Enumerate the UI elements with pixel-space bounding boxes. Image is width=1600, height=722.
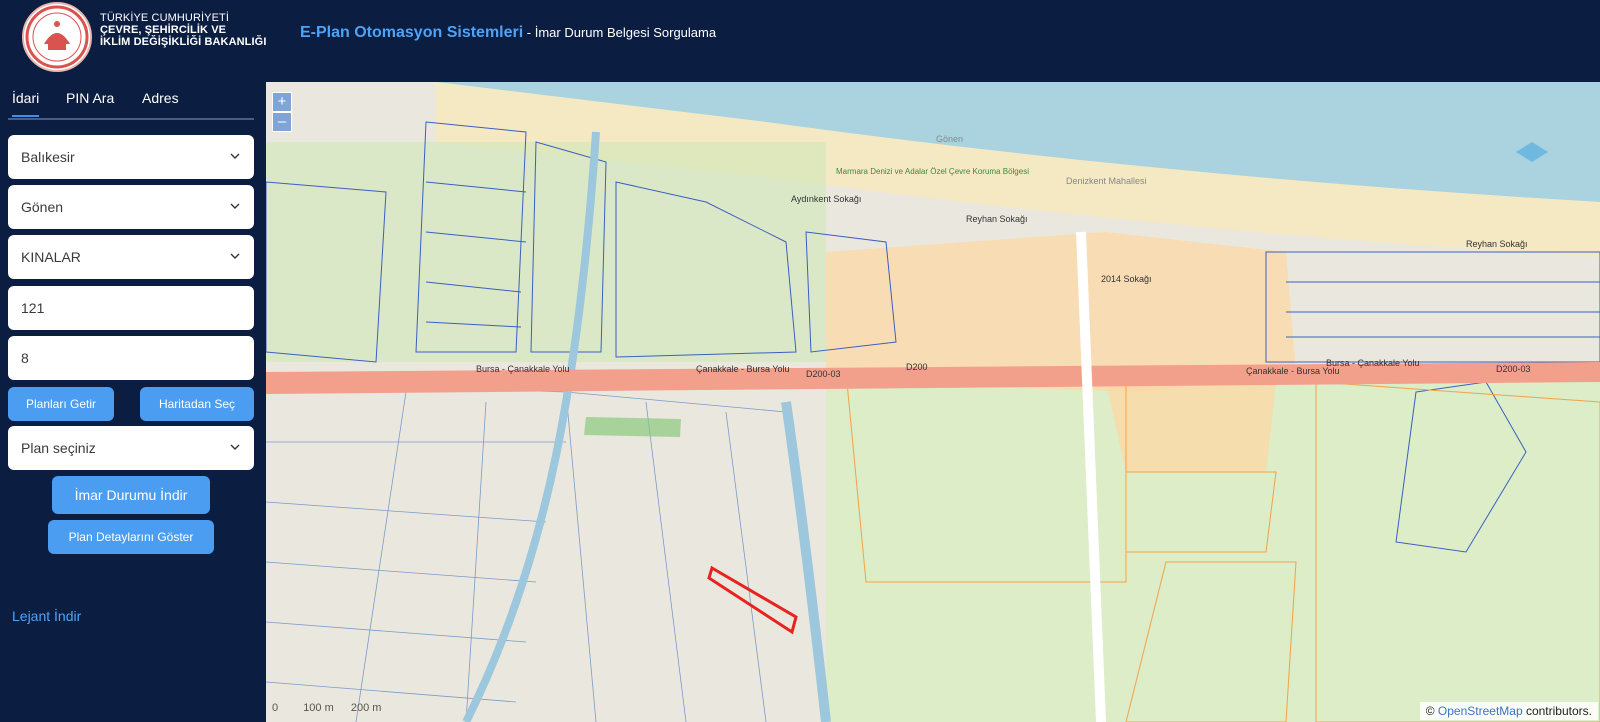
osm-link[interactable]: OpenStreetMap <box>1438 704 1523 718</box>
area-label: Marmara Denizi ve Adalar Özel Çevre Koru… <box>836 167 1029 176</box>
select-from-map-button[interactable]: Haritadan Seç <box>140 387 254 421</box>
app-title: E-Plan Otomasyon Sistemleri - İmar Durum… <box>300 24 716 42</box>
neighborhood-value: KINALAR <box>21 249 81 265</box>
settlement-area <box>1106 382 1276 472</box>
parcel-lines <box>266 381 827 722</box>
neighborhood-select[interactable]: KINALAR <box>8 235 254 279</box>
ministry-line-1: TÜRKİYE CUMHURİYETİ <box>100 12 230 24</box>
zoom-out-button[interactable]: – <box>272 112 292 132</box>
green-area <box>266 142 826 362</box>
header: TÜRKİYE CUMHURİYETİ ÇEVRE, ŞEHİRCİLİK VE… <box>0 0 1600 82</box>
tab-pin-ara[interactable]: PIN Ara <box>66 90 114 106</box>
highlighted-parcel <box>584 417 681 437</box>
parcel-input[interactable]: 8 <box>8 336 254 380</box>
scale-label: 0 <box>272 702 279 714</box>
road-label: 2014 Sokağı <box>1101 274 1152 284</box>
search-tabs: İdari PIN Ara Adres <box>8 90 254 120</box>
road-label: D200-03 <box>806 369 841 379</box>
attribution-suffix: contributors. <box>1522 704 1592 718</box>
province-select[interactable]: Balıkesir <box>8 135 254 179</box>
road-label: Aydınkent Sokağı <box>791 194 861 204</box>
chevron-down-icon <box>230 203 240 209</box>
scale-label: 100 m <box>303 702 334 714</box>
road-label: Çanakkale - Bursa Yolu <box>1246 366 1340 376</box>
district-select[interactable]: Gönen <box>8 185 254 229</box>
selected-parcel <box>707 565 798 635</box>
app-name: E-Plan Otomasyon Sistemleri <box>300 24 524 41</box>
ministry-name: TÜRKİYE CUMHURİYETİ ÇEVRE, ŞEHİRCİLİK VE… <box>100 12 266 48</box>
road-label: D200 <box>906 362 928 372</box>
tab-idari[interactable]: İdari <box>12 90 40 117</box>
area-label: Denizkent Mahallesi <box>1066 176 1147 186</box>
show-plan-details-button[interactable]: Plan Detaylarını Göster <box>48 520 214 554</box>
ministry-line-3: İKLİM DEĞİŞİKLİĞİ BAKANLIĞI <box>100 36 267 48</box>
sidebar: İdari PIN Ara Adres Balıkesir Gönen KINA… <box>0 82 262 722</box>
road-label: Bursa - Çanakkale Yolu <box>476 364 570 374</box>
map-canvas[interactable]: Bursa - Çanakkale Yolu Çanakkale - Bursa… <box>266 82 1600 722</box>
scale-label: 200 m <box>350 702 382 714</box>
plan-select[interactable]: Plan seçiniz <box>8 426 254 470</box>
parcel-value: 8 <box>21 350 29 366</box>
get-plans-button[interactable]: Planları Getir <box>8 387 114 421</box>
plan-select-value: Plan seçiniz <box>21 440 96 456</box>
river <box>781 401 831 722</box>
map-view[interactable]: Bursa - Çanakkale Yolu Çanakkale - Bursa… <box>266 82 1600 722</box>
block-input[interactable]: 121 <box>8 286 254 330</box>
app-subtitle: - İmar Durum Belgesi Sorgulama <box>523 25 717 40</box>
legend-download-link[interactable]: Lejant İndir <box>12 608 81 624</box>
area-label: Gönen <box>936 134 963 144</box>
map-attribution: © OpenStreetMap contributors. <box>1419 702 1598 720</box>
block-value: 121 <box>21 300 45 316</box>
road-label: D200-03 <box>1496 364 1531 374</box>
map-scale: 0 100 m 200 m <box>272 702 381 714</box>
zoom-in-button[interactable]: + <box>272 92 292 112</box>
road-label: Reyhan Sokağı <box>966 214 1028 224</box>
download-zoning-button[interactable]: İmar Durumu İndir <box>52 476 210 514</box>
ministry-logo <box>22 2 92 72</box>
road-label: Çanakkale - Bursa Yolu <box>696 364 790 374</box>
chevron-down-icon <box>230 153 240 159</box>
tab-adres[interactable]: Adres <box>142 90 179 106</box>
district-value: Gönen <box>21 199 64 215</box>
chevron-down-icon <box>230 444 240 450</box>
attribution-prefix: © <box>1425 704 1438 718</box>
road-label: Reyhan Sokağı <box>1466 239 1528 249</box>
chevron-down-icon <box>230 253 240 259</box>
road-label: Bursa - Çanakkale Yolu <box>1326 358 1420 368</box>
province-value: Balıkesir <box>21 149 75 165</box>
ministry-line-2: ÇEVRE, ŞEHİRCİLİK VE <box>100 24 227 36</box>
